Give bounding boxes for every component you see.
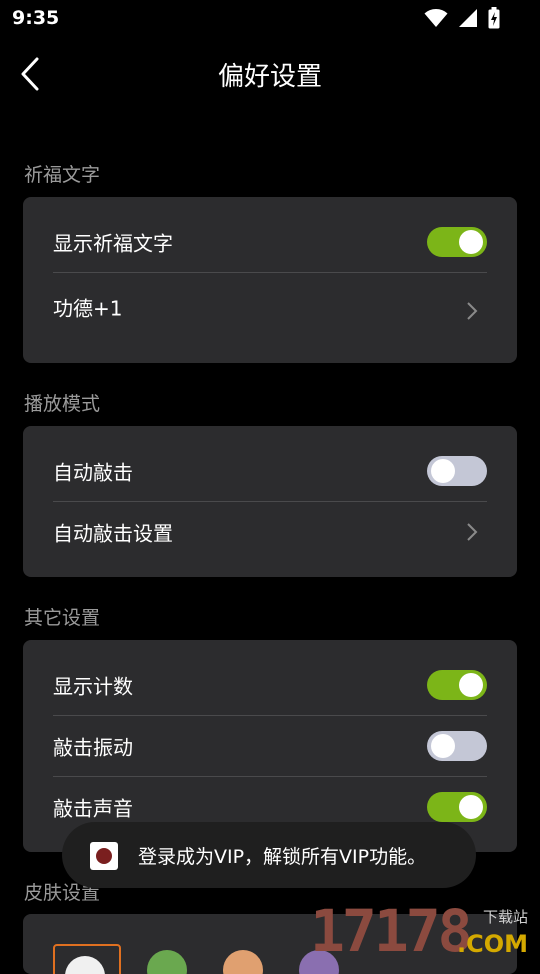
signal-icon	[459, 9, 477, 27]
toggle-knob	[459, 673, 483, 697]
row-auto-knock-settings[interactable]: 自动敲击设置	[53, 502, 487, 562]
row-label: 显示计数	[53, 674, 133, 699]
toast-text: 登录成为VIP，解锁所有VIP功能。	[138, 846, 427, 868]
row-auto-knock: 自动敲击	[53, 441, 487, 501]
row-label: 自动敲击	[53, 460, 133, 485]
section-label-blessing: 祈福文字	[24, 164, 101, 186]
toggle-knock-sound[interactable]	[427, 792, 487, 822]
toggle-knob	[431, 734, 455, 758]
chevron-right-icon	[467, 523, 478, 541]
vip-toast[interactable]: 登录成为VIP，解锁所有VIP功能。	[62, 822, 476, 888]
section-label-play-mode: 播放模式	[24, 393, 101, 415]
status-bar: 9:35	[0, 0, 540, 36]
battery-charging-icon	[488, 7, 500, 29]
app-logo-icon	[90, 842, 118, 870]
page-title: 偏好设置	[217, 62, 322, 92]
watermark-domain: .COM	[456, 930, 528, 958]
watermark-number: 17178	[310, 897, 473, 965]
row-label: 敲击振动	[53, 735, 133, 760]
watermark: 17178 下载站 .COM	[310, 902, 534, 960]
card-other: 显示计数 敲击振动 敲击声音	[23, 640, 517, 852]
section-label-other: 其它设置	[24, 607, 101, 629]
watermark-top: 下载站	[482, 908, 528, 926]
skin-option[interactable]	[223, 950, 263, 974]
row-label: 显示祈福文字	[53, 231, 173, 256]
toggle-knock-vibrate[interactable]	[427, 731, 487, 761]
card-play-mode: 自动敲击 自动敲击设置	[23, 426, 517, 577]
toggle-knob	[459, 795, 483, 819]
row-merit[interactable]: 功德+1	[53, 277, 487, 337]
status-time: 9:35	[12, 7, 60, 29]
toggle-knob	[459, 230, 483, 254]
logo-mark	[96, 848, 112, 864]
row-knock-vibrate: 敲击振动	[53, 716, 487, 776]
divider	[53, 272, 487, 273]
toggle-auto-knock[interactable]	[427, 456, 487, 486]
app-header: 偏好设置	[0, 44, 540, 104]
row-show-count: 显示计数	[53, 655, 487, 715]
card-blessing: 显示祈福文字 功德+1	[23, 197, 517, 363]
row-label: 敲击声音	[53, 796, 133, 821]
status-icons	[424, 7, 500, 29]
skin-option[interactable]	[147, 950, 187, 974]
row-label: 功德+1	[53, 296, 123, 321]
toggle-show-blessing[interactable]	[427, 227, 487, 257]
row-show-blessing: 显示祈福文字	[53, 212, 487, 272]
row-label: 自动敲击设置	[53, 521, 173, 546]
toggle-knob	[431, 459, 455, 483]
wifi-icon	[424, 9, 448, 27]
toggle-show-count[interactable]	[427, 670, 487, 700]
chevron-right-icon	[467, 302, 478, 320]
